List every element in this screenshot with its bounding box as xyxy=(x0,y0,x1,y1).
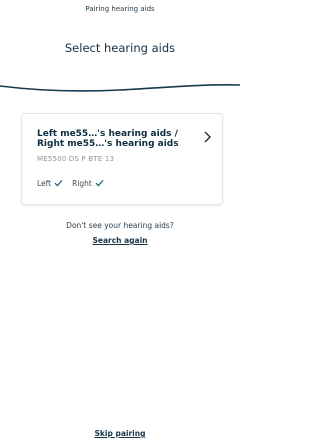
checkmark-icon xyxy=(54,180,63,187)
chevron-right-icon xyxy=(204,131,211,143)
device-model: ME5500 DS P BTE 13 xyxy=(37,155,115,163)
device-name: Left me55…'s hearing aids / Right me55…'… xyxy=(37,129,179,149)
right-side-label: Right xyxy=(72,178,92,188)
top-title: Pairing hearing aids xyxy=(85,5,155,13)
not-found-prompt: Don't see your hearing aids? xyxy=(66,221,174,230)
side-status-row: Left Right xyxy=(37,177,104,189)
header-wave-divider xyxy=(0,84,240,92)
hearing-aid-device-card[interactable]: Left me55…'s hearing aids / Right me55…'… xyxy=(21,113,223,205)
header: Pairing hearing aids Select hearing aids xyxy=(0,0,240,95)
page-title: Select hearing aids xyxy=(64,41,176,55)
left-side-label: Left xyxy=(37,178,52,188)
search-again-link[interactable]: Search again xyxy=(0,236,240,245)
checkmark-icon xyxy=(95,180,104,187)
skip-pairing-link[interactable]: Skip pairing xyxy=(0,429,240,438)
